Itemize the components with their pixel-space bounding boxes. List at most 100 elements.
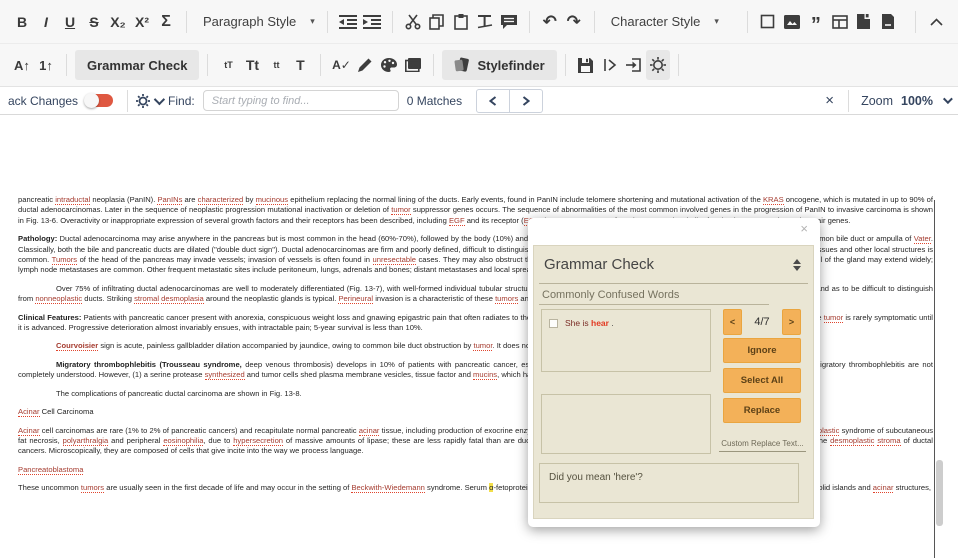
- collapse-toolbar-button[interactable]: [924, 7, 948, 37]
- divider: [207, 54, 208, 76]
- ignore-button[interactable]: Ignore: [723, 338, 801, 363]
- subscript-button[interactable]: X₂: [106, 7, 130, 37]
- text-run: cell carcinomas are rare (1% to 2% of pa…: [40, 426, 359, 435]
- issue-counter: 4/7: [744, 316, 780, 328]
- text-run: by: [243, 195, 255, 204]
- track-changes-toggle[interactable]: [86, 94, 113, 107]
- indent-button[interactable]: [360, 7, 384, 37]
- divider: [127, 90, 128, 112]
- increase-number-button[interactable]: 1↑: [34, 50, 58, 80]
- stylefinder-label: Stylefinder: [477, 58, 544, 73]
- run-macro-button[interactable]: [598, 50, 622, 80]
- text-run: Migratory thrombophlebitis (Trousseau sy…: [56, 360, 242, 369]
- italic-button[interactable]: I: [34, 7, 58, 37]
- clear-format-button[interactable]: [473, 7, 497, 37]
- misspelled-word: EGF: [449, 216, 465, 226]
- spinner-up-icon: [793, 259, 801, 264]
- bookmark-button[interactable]: [852, 7, 876, 37]
- search-input[interactable]: [203, 90, 399, 111]
- text-run: sign is acute, painless gallbladder dila…: [98, 341, 473, 350]
- misspelled-word: Vater: [914, 234, 931, 244]
- increase-font-button[interactable]: A↑: [10, 50, 34, 80]
- find-previous-button[interactable]: [476, 89, 510, 113]
- insert-table-button[interactable]: [828, 7, 852, 37]
- case-title-button[interactable]: Tt: [240, 50, 264, 80]
- text-run: ducts. Striking: [82, 294, 134, 303]
- paste-button[interactable]: [449, 7, 473, 37]
- page-settings-button[interactable]: [876, 7, 900, 37]
- text-run: structures,: [893, 483, 931, 492]
- misspelled-word: tumors: [81, 483, 104, 493]
- close-find-bar-button[interactable]: ×: [819, 92, 840, 109]
- did-you-mean-text: Did you mean 'here'?: [549, 472, 643, 483]
- case-sentence-button[interactable]: tT: [216, 50, 240, 80]
- character-style-dropdown[interactable]: Character Style ▾: [603, 7, 723, 37]
- case-label: T: [296, 57, 305, 73]
- close-dialog-button[interactable]: ×: [800, 221, 808, 236]
- replace-button[interactable]: Replace: [723, 398, 801, 423]
- zoom-value[interactable]: 100%: [901, 94, 933, 108]
- find-label: Find:: [168, 94, 195, 108]
- textbox-button[interactable]: [756, 7, 780, 37]
- grammar-check-button[interactable]: Grammar Check: [75, 50, 199, 80]
- import-document-button[interactable]: [622, 50, 646, 80]
- color-palette-button[interactable]: [377, 50, 401, 80]
- bold-button[interactable]: B: [10, 7, 34, 37]
- sentence-error-word: hear: [591, 318, 609, 328]
- misspelled-word: desmoplastic: [830, 436, 874, 446]
- copy-button[interactable]: [425, 7, 449, 37]
- dialog-title: Grammar Check: [544, 256, 654, 273]
- flagged-sentence: She is hear .: [565, 318, 614, 328]
- sentence-checkbox[interactable]: [549, 319, 558, 328]
- text-run: Clinical Features:: [18, 313, 81, 322]
- divider: [320, 54, 321, 76]
- misspelled-word: stroma: [877, 436, 900, 446]
- thesaurus-button[interactable]: [401, 50, 425, 80]
- insert-image-button[interactable]: [780, 7, 804, 37]
- equation-button[interactable]: Σ: [154, 7, 178, 37]
- divider: [66, 54, 67, 76]
- undo-button[interactable]: ↶: [538, 7, 562, 37]
- strikethrough-button[interactable]: S: [82, 7, 106, 37]
- underline-button[interactable]: U: [58, 7, 82, 37]
- text-run: and its receptor (: [465, 216, 524, 225]
- text-run: syndrome. Serum: [425, 483, 489, 492]
- misspelled-word: mucins: [473, 370, 497, 380]
- paragraph-style-label: Paragraph Style: [199, 14, 300, 29]
- superscript-button[interactable]: X²: [130, 7, 154, 37]
- stylefinder-button[interactable]: Stylefinder: [442, 50, 556, 80]
- find-settings-gear-icon[interactable]: [136, 94, 150, 108]
- case-upper-button[interactable]: T: [288, 50, 312, 80]
- cut-button[interactable]: [401, 7, 425, 37]
- select-all-button[interactable]: Select All: [723, 368, 801, 393]
- misspelled-word: PanINs: [157, 195, 182, 205]
- sentence-prefix: She is: [565, 318, 591, 328]
- redo-button[interactable]: ↷: [562, 7, 586, 37]
- next-issue-button[interactable]: >: [782, 309, 801, 335]
- scrollbar-thumb[interactable]: [936, 460, 943, 526]
- chevron-down-icon[interactable]: [943, 94, 953, 104]
- misspelled-word: nonneoplastic: [35, 294, 82, 304]
- chevron-down-icon[interactable]: [154, 93, 165, 104]
- settings-button[interactable]: [646, 50, 670, 80]
- spellcheck-button[interactable]: A✓: [329, 50, 353, 80]
- find-bar: ack Changes Find: 0 Matches × Zoom 100%: [0, 87, 958, 115]
- find-next-button[interactable]: [510, 89, 543, 113]
- save-button[interactable]: [574, 50, 598, 80]
- case-lower-button[interactable]: tt: [264, 50, 288, 80]
- divider: [327, 11, 328, 33]
- misspelled-word: Pancreatoblastoma: [18, 465, 83, 475]
- outdent-button[interactable]: [336, 7, 360, 37]
- blockquote-button[interactable]: ”: [804, 3, 828, 41]
- edit-pencil-button[interactable]: [353, 50, 377, 80]
- category-spinner[interactable]: [793, 259, 801, 271]
- comment-button[interactable]: [497, 7, 521, 37]
- suggestions-box[interactable]: [541, 394, 711, 454]
- paragraph-style-dropdown[interactable]: Paragraph Style ▾: [195, 7, 319, 37]
- zoom-label: Zoom: [861, 94, 893, 108]
- custom-replace-link[interactable]: Custom Replace Text...: [719, 439, 806, 452]
- text-run: and tumor cells shed plasma membrane ves…: [245, 370, 473, 379]
- text-run: The complications of pancreatic ductal c…: [56, 389, 302, 398]
- divider: [433, 54, 434, 76]
- previous-issue-button[interactable]: <: [723, 309, 742, 335]
